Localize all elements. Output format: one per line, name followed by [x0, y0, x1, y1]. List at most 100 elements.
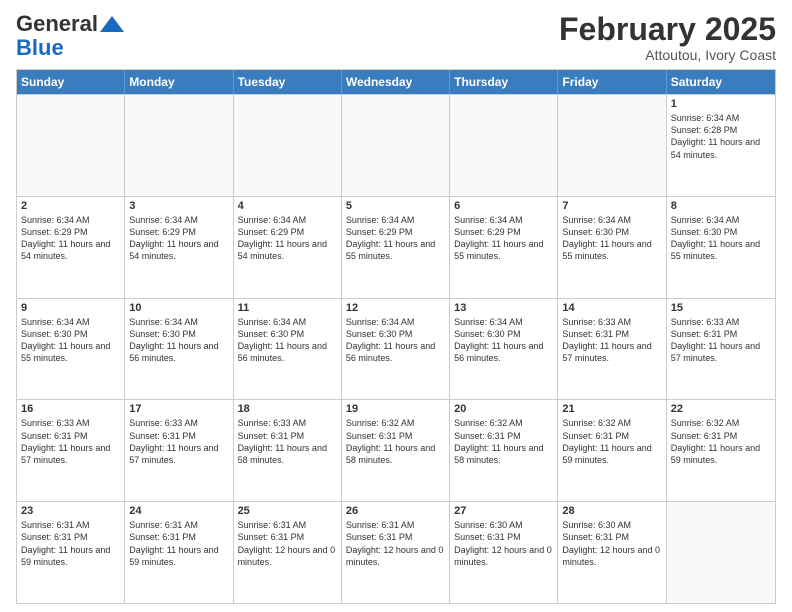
day-info: Sunrise: 6:33 AM Sunset: 6:31 PM Dayligh…: [671, 316, 771, 365]
month-title: February 2025: [559, 12, 776, 47]
day-number: 5: [346, 200, 445, 212]
calendar-cell: 3Sunrise: 6:34 AM Sunset: 6:29 PM Daylig…: [125, 197, 233, 298]
day-info: Sunrise: 6:30 AM Sunset: 6:31 PM Dayligh…: [562, 519, 661, 568]
weekday-label: Friday: [558, 70, 666, 94]
calendar-cell: 10 Sunrise: 6:34 AM Sunset: 6:30 PM Dayli…: [125, 299, 233, 400]
day-info: Sunrise: 6:34 AM Sunset: 6:29 PM Dayligh…: [454, 214, 553, 263]
calendar-cell: 5Sunrise: 6:34 AM Sunset: 6:29 PM Daylig…: [342, 197, 450, 298]
day-info: Sunrise: 6:32 AM Sunset: 6:31 PM Dayligh…: [454, 417, 553, 466]
day-info: Sunrise: 6:31 AM Sunset: 6:31 PM Dayligh…: [346, 519, 445, 568]
day-info: Sunrise: 6:32 AM Sunset: 6:31 PM Dayligh…: [671, 417, 771, 466]
calendar-cell: 11Sunrise: 6:34 AM Sunset: 6:30 PM Dayli…: [234, 299, 342, 400]
day-number: 27: [454, 505, 553, 517]
calendar-cell: 13 Sunrise: 6:34 AM Sunset: 6:30 PM Dayli…: [450, 299, 558, 400]
day-number: 19: [346, 403, 445, 415]
day-number: 16: [21, 403, 120, 415]
calendar-cell: 2 Sunrise: 6:34 AM Sunset: 6:29 PM Daylig…: [17, 197, 125, 298]
calendar-cell: 18 Sunrise: 6:33 AM Sunset: 6:31 PM Dayli…: [234, 400, 342, 501]
calendar-cell: 6 Sunrise: 6:34 AM Sunset: 6:29 PM Daylig…: [450, 197, 558, 298]
calendar-cell: 8 Sunrise: 6:34 AM Sunset: 6:30 PM Daylig…: [667, 197, 775, 298]
day-info: Sunrise: 6:33 AM Sunset: 6:31 PM Dayligh…: [238, 417, 337, 466]
calendar-cell: [667, 502, 775, 603]
day-info: Sunrise: 6:34 AM Sunset: 6:30 PM Dayligh…: [346, 316, 445, 365]
day-number: 14: [562, 302, 661, 314]
calendar-cell: 20 Sunrise: 6:32 AM Sunset: 6:31 PM Dayli…: [450, 400, 558, 501]
day-info: Sunrise: 6:33 AM Sunset: 6:31 PM Dayligh…: [129, 417, 228, 466]
calendar-cell: 1 Sunrise: 6:34 AM Sunset: 6:28 PM Daylig…: [667, 95, 775, 196]
day-info: Sunrise: 6:34 AM Sunset: 6:30 PM Dayligh…: [454, 316, 553, 365]
calendar-cell: 7 Sunrise: 6:34 AM Sunset: 6:30 PM Daylig…: [558, 197, 666, 298]
calendar-cell: 27 Sunrise: 6:30 AM Sunset: 6:31 PM Dayli…: [450, 502, 558, 603]
calendar-cell: 14Sunrise: 6:33 AM Sunset: 6:31 PM Dayli…: [558, 299, 666, 400]
calendar-cell: 23Sunrise: 6:31 AM Sunset: 6:31 PM Dayli…: [17, 502, 125, 603]
day-info: Sunrise: 6:31 AM Sunset: 6:31 PM Dayligh…: [238, 519, 337, 568]
day-number: 7: [562, 200, 661, 212]
day-number: 25: [238, 505, 337, 517]
weekday-label: Tuesday: [234, 70, 342, 94]
calendar-cell: 16 Sunrise: 6:33 AM Sunset: 6:31 PM Dayli…: [17, 400, 125, 501]
logo-blue-text: Blue: [16, 35, 64, 60]
calendar-row: 1 Sunrise: 6:34 AM Sunset: 6:28 PM Daylig…: [17, 94, 775, 196]
day-number: 11: [238, 302, 337, 314]
calendar-cell: [234, 95, 342, 196]
calendar-cell: 24 Sunrise: 6:31 AM Sunset: 6:31 PM Dayli…: [125, 502, 233, 603]
day-number: 2: [21, 200, 120, 212]
weekday-label: Thursday: [450, 70, 558, 94]
calendar-cell: 12 Sunrise: 6:34 AM Sunset: 6:30 PM Dayli…: [342, 299, 450, 400]
day-number: 1: [671, 98, 771, 110]
calendar-cell: 9Sunrise: 6:34 AM Sunset: 6:30 PM Daylig…: [17, 299, 125, 400]
day-info: Sunrise: 6:34 AM Sunset: 6:29 PM Dayligh…: [129, 214, 228, 263]
calendar-cell: 17 Sunrise: 6:33 AM Sunset: 6:31 PM Dayli…: [125, 400, 233, 501]
day-info: Sunrise: 6:34 AM Sunset: 6:30 PM Dayligh…: [562, 214, 661, 263]
calendar-cell: 21 Sunrise: 6:32 AM Sunset: 6:31 PM Dayli…: [558, 400, 666, 501]
day-info: Sunrise: 6:32 AM Sunset: 6:31 PM Dayligh…: [346, 417, 445, 466]
day-info: Sunrise: 6:34 AM Sunset: 6:29 PM Dayligh…: [238, 214, 337, 263]
day-number: 12: [346, 302, 445, 314]
logo: General Blue: [16, 12, 124, 60]
day-number: 18: [238, 403, 337, 415]
day-number: 21: [562, 403, 661, 415]
weekday-label: Saturday: [667, 70, 775, 94]
day-info: Sunrise: 6:34 AM Sunset: 6:30 PM Dayligh…: [671, 214, 771, 263]
day-info: Sunrise: 6:34 AM Sunset: 6:29 PM Dayligh…: [21, 214, 120, 263]
day-info: Sunrise: 6:34 AM Sunset: 6:30 PM Dayligh…: [129, 316, 228, 365]
day-info: Sunrise: 6:30 AM Sunset: 6:31 PM Dayligh…: [454, 519, 553, 568]
calendar-cell: 15 Sunrise: 6:33 AM Sunset: 6:31 PM Dayli…: [667, 299, 775, 400]
day-number: 20: [454, 403, 553, 415]
day-info: Sunrise: 6:33 AM Sunset: 6:31 PM Dayligh…: [21, 417, 120, 466]
calendar-cell: 28 Sunrise: 6:30 AM Sunset: 6:31 PM Dayli…: [558, 502, 666, 603]
day-info: Sunrise: 6:32 AM Sunset: 6:31 PM Dayligh…: [562, 417, 661, 466]
day-number: 28: [562, 505, 661, 517]
day-number: 15: [671, 302, 771, 314]
day-number: 17: [129, 403, 228, 415]
calendar-cell: [558, 95, 666, 196]
calendar-container: General Blue February 2025 Attoutou, Ivo…: [0, 0, 792, 612]
calendar-row: 9Sunrise: 6:34 AM Sunset: 6:30 PM Daylig…: [17, 298, 775, 400]
calendar-cell: 25 Sunrise: 6:31 AM Sunset: 6:31 PM Dayli…: [234, 502, 342, 603]
day-info: Sunrise: 6:34 AM Sunset: 6:30 PM Dayligh…: [21, 316, 120, 365]
title-block: February 2025 Attoutou, Ivory Coast: [559, 12, 776, 63]
day-number: 26: [346, 505, 445, 517]
calendar-row: 23Sunrise: 6:31 AM Sunset: 6:31 PM Dayli…: [17, 501, 775, 603]
day-number: 6: [454, 200, 553, 212]
location-text: Attoutou, Ivory Coast: [559, 47, 776, 63]
calendar-cell: 4Sunrise: 6:34 AM Sunset: 6:29 PM Daylig…: [234, 197, 342, 298]
weekday-label: Wednesday: [342, 70, 450, 94]
day-number: 24: [129, 505, 228, 517]
day-number: 10: [129, 302, 228, 314]
calendar-row: 16 Sunrise: 6:33 AM Sunset: 6:31 PM Dayli…: [17, 399, 775, 501]
day-info: Sunrise: 6:31 AM Sunset: 6:31 PM Dayligh…: [21, 519, 120, 568]
calendar: SundayMondayTuesdayWednesdayThursdayFrid…: [16, 69, 776, 604]
logo-general-text: General: [16, 12, 98, 36]
page-header: General Blue February 2025 Attoutou, Ivo…: [16, 12, 776, 63]
calendar-header: SundayMondayTuesdayWednesdayThursdayFrid…: [17, 70, 775, 94]
calendar-row: 2 Sunrise: 6:34 AM Sunset: 6:29 PM Daylig…: [17, 196, 775, 298]
day-number: 13: [454, 302, 553, 314]
calendar-cell: 19 Sunrise: 6:32 AM Sunset: 6:31 PM Dayli…: [342, 400, 450, 501]
calendar-cell: 26 Sunrise: 6:31 AM Sunset: 6:31 PM Dayli…: [342, 502, 450, 603]
day-info: Sunrise: 6:31 AM Sunset: 6:31 PM Dayligh…: [129, 519, 228, 568]
day-info: Sunrise: 6:34 AM Sunset: 6:28 PM Dayligh…: [671, 112, 771, 161]
calendar-cell: [450, 95, 558, 196]
day-number: 8: [671, 200, 771, 212]
calendar-cell: 22Sunrise: 6:32 AM Sunset: 6:31 PM Dayli…: [667, 400, 775, 501]
